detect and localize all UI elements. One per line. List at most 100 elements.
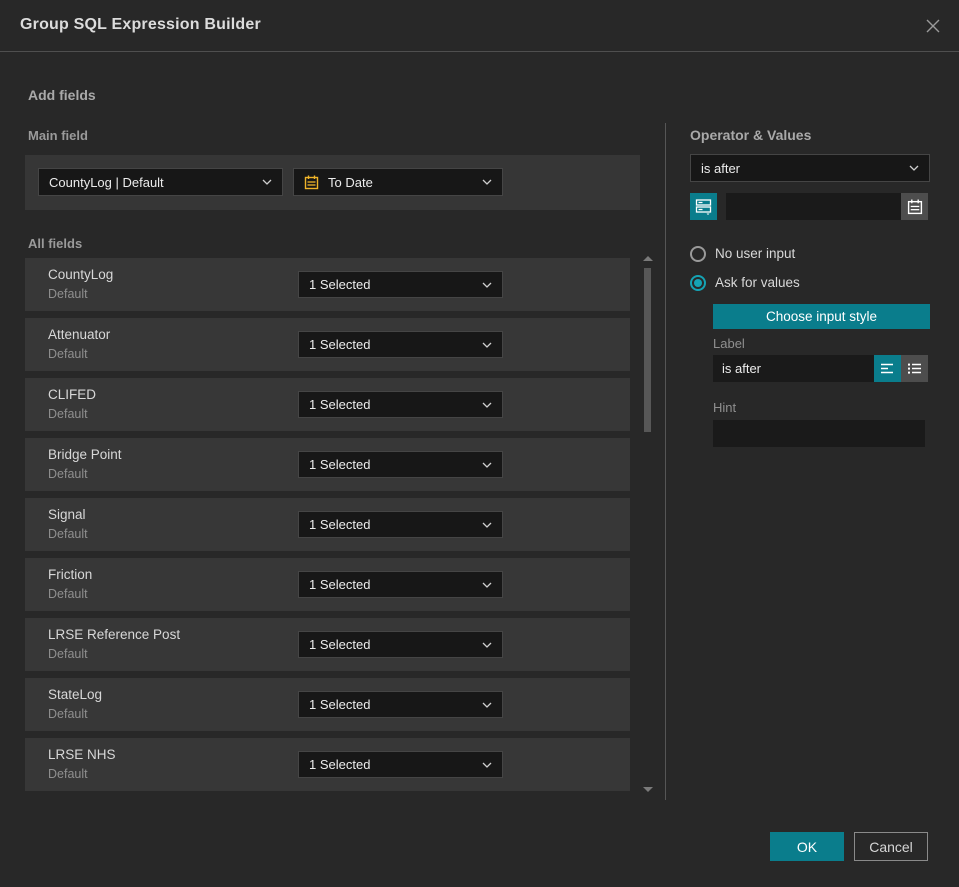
label-caption: Label	[713, 336, 745, 351]
close-button[interactable]	[921, 14, 945, 38]
field-row: CountyLog Default 1 Selected	[25, 258, 630, 311]
field-row: StateLog Default 1 Selected	[25, 678, 630, 731]
field-name: LRSE NHS	[48, 747, 116, 762]
field-row: LRSE Reference Post Default 1 Selected	[25, 618, 630, 671]
chevron-down-icon	[482, 762, 492, 768]
chevron-down-icon	[482, 342, 492, 348]
field-subtitle: Default	[48, 407, 88, 421]
selected-values-dropdown[interactable]: 1 Selected	[298, 691, 503, 718]
field-name: LRSE Reference Post	[48, 627, 181, 642]
main-field-select[interactable]: CountyLog | Default	[38, 168, 283, 196]
operator-select-value: is after	[701, 160, 741, 176]
chevron-down-icon	[262, 179, 272, 185]
field-name: CLIFED	[48, 387, 97, 402]
chevron-down-icon	[482, 462, 492, 468]
selected-values-text: 1 Selected	[309, 757, 371, 772]
group-sql-expression-builder-dialog: Group SQL Expression Builder Add fields …	[0, 0, 959, 887]
titlebar-divider	[0, 51, 959, 52]
field-subtitle: Default	[48, 527, 88, 541]
chevron-down-icon	[482, 179, 492, 185]
chevron-down-icon	[482, 582, 492, 588]
radio-ask-for-values[interactable]: Ask for values	[690, 274, 800, 291]
list-style-button[interactable]	[901, 355, 928, 382]
chevron-down-icon	[909, 165, 919, 171]
value-input[interactable]	[726, 193, 901, 220]
field-row: Bridge Point Default 1 Selected	[25, 438, 630, 491]
radio-no-user-input[interactable]: No user input	[690, 245, 795, 262]
field-list-scrollbar[interactable]	[641, 252, 654, 798]
field-name: Signal	[48, 507, 86, 522]
field-name: StateLog	[48, 687, 103, 702]
selected-values-dropdown[interactable]: 1 Selected	[298, 511, 503, 538]
field-subtitle: Default	[48, 347, 88, 361]
selected-values-text: 1 Selected	[309, 637, 371, 652]
choose-input-style-button[interactable]: Choose input style	[713, 304, 930, 329]
align-left-icon	[880, 363, 893, 373]
radio-icon-selected	[690, 274, 706, 291]
operator-values-heading: Operator & Values	[690, 127, 812, 143]
close-icon	[926, 19, 940, 33]
selected-values-text: 1 Selected	[309, 397, 371, 412]
field-subtitle: Default	[48, 707, 88, 721]
main-field-panel: CountyLog | Default To Date	[25, 155, 640, 210]
selected-values-dropdown[interactable]: 1 Selected	[298, 751, 503, 778]
all-fields-label: All fields	[28, 236, 83, 251]
selected-values-text: 1 Selected	[309, 577, 371, 592]
field-name: Attenuator	[48, 327, 111, 342]
field-name: Friction	[48, 567, 93, 582]
single-line-style-button[interactable]	[874, 355, 901, 382]
selected-values-dropdown[interactable]: 1 Selected	[298, 271, 503, 298]
chevron-down-icon	[482, 702, 492, 708]
ok-button[interactable]: OK	[770, 832, 844, 861]
field-subtitle: Default	[48, 767, 88, 781]
field-name: CountyLog	[48, 267, 114, 282]
add-fields-heading: Add fields	[28, 87, 96, 103]
main-field-label: Main field	[28, 128, 88, 143]
main-field-select-value: CountyLog | Default	[49, 174, 164, 190]
selected-values-text: 1 Selected	[309, 457, 371, 472]
radio-label: No user input	[715, 246, 796, 261]
selected-values-dropdown[interactable]: 1 Selected	[298, 451, 503, 478]
field-subtitle: Default	[48, 647, 88, 661]
chevron-down-icon	[482, 282, 492, 288]
field-subtitle: Default	[48, 587, 88, 601]
selected-values-text: 1 Selected	[309, 697, 371, 712]
bulleted-list-icon	[907, 363, 921, 374]
field-row: Friction Default 1 Selected	[25, 558, 630, 611]
dialog-title: Group SQL Expression Builder	[20, 16, 261, 33]
scrollbar-up-arrow-icon[interactable]	[643, 256, 653, 261]
chevron-down-icon	[482, 402, 492, 408]
field-row: Signal Default 1 Selected	[25, 498, 630, 551]
selected-values-dropdown[interactable]: 1 Selected	[298, 331, 503, 358]
calendar-icon	[304, 175, 319, 190]
chevron-down-icon	[482, 522, 492, 528]
panel-divider	[665, 123, 666, 800]
scrollbar-thumb[interactable]	[644, 268, 651, 432]
calendar-picker-button[interactable]	[901, 193, 928, 220]
selected-values-text: 1 Selected	[309, 517, 371, 532]
field-row: LRSE NHS Default 1 Selected	[25, 738, 630, 791]
hint-input[interactable]	[713, 420, 925, 447]
field-name: Bridge Point	[48, 447, 122, 462]
selected-values-dropdown[interactable]: 1 Selected	[298, 631, 503, 658]
calendar-icon	[907, 199, 922, 214]
selected-values-text: 1 Selected	[309, 337, 371, 352]
label-input[interactable]	[713, 355, 874, 382]
selected-values-dropdown[interactable]: 1 Selected	[298, 571, 503, 598]
radio-label: Ask for values	[715, 275, 800, 290]
operator-select[interactable]: is after	[690, 154, 930, 182]
cancel-button[interactable]: Cancel	[854, 832, 928, 861]
unique-values-button[interactable]	[690, 193, 717, 220]
selected-values-text: 1 Selected	[309, 277, 371, 292]
scrollbar-down-arrow-icon[interactable]	[643, 787, 653, 792]
radio-icon	[690, 245, 706, 262]
selected-values-dropdown[interactable]: 1 Selected	[298, 391, 503, 418]
chevron-down-icon	[482, 642, 492, 648]
field-row: CLIFED Default 1 Selected	[25, 378, 630, 431]
field-row: Attenuator Default 1 Selected	[25, 318, 630, 371]
stacked-values-icon	[695, 199, 712, 215]
date-field-select[interactable]: To Date	[293, 168, 503, 196]
hint-caption: Hint	[713, 400, 737, 415]
field-subtitle: Default	[48, 287, 88, 301]
dialog-titlebar: Group SQL Expression Builder	[0, 0, 959, 52]
